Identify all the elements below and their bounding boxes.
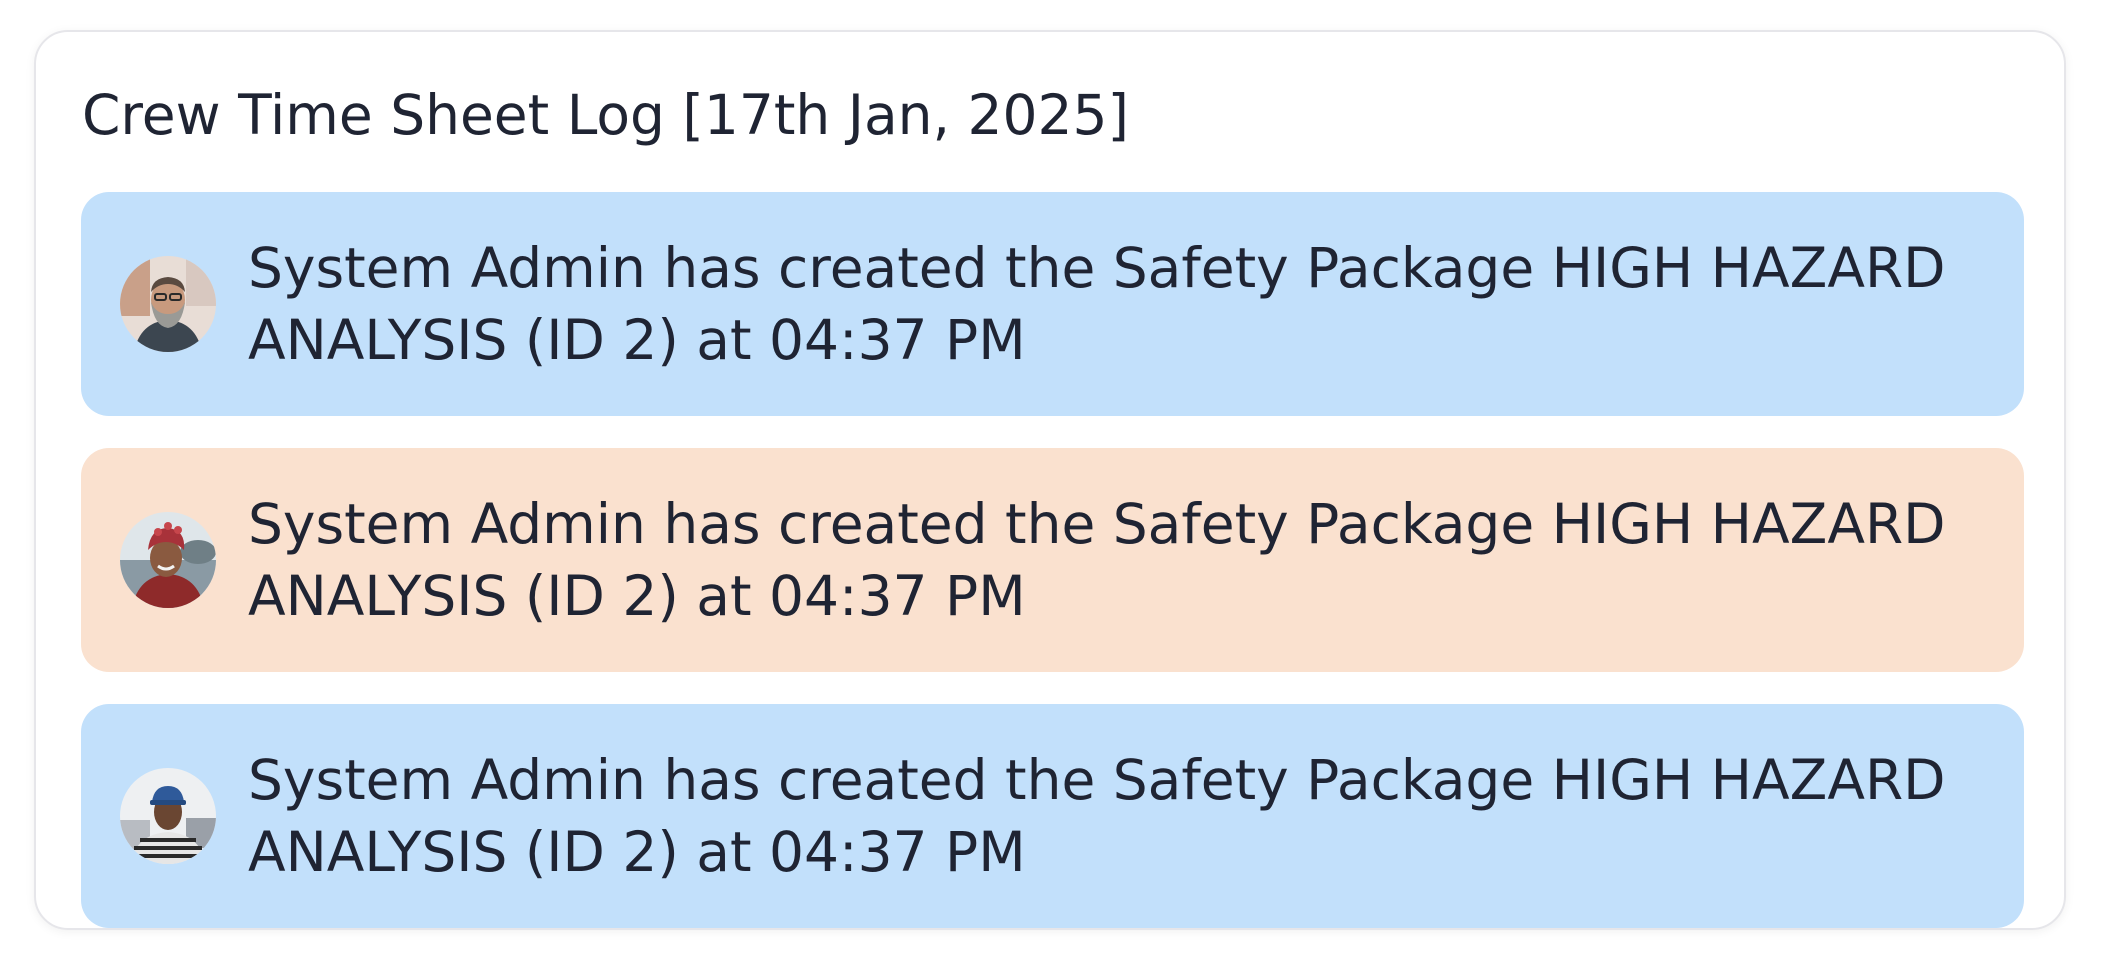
crew-time-sheet-log-panel: Crew Time Sheet Log [17th Jan, 2025] Sys… bbox=[34, 30, 2066, 930]
woman-headwrap-avatar-icon bbox=[120, 512, 216, 608]
panel-title: Crew Time Sheet Log [17th Jan, 2025] bbox=[82, 83, 1129, 147]
log-entry[interactable]: System Admin has created the Safety Pack… bbox=[81, 192, 2024, 416]
log-entry[interactable]: System Admin has created the Safety Pack… bbox=[81, 704, 2024, 928]
user-avatar bbox=[120, 256, 216, 352]
log-entry-text: System Admin has created the Safety Pack… bbox=[248, 492, 1946, 628]
log-list: System Admin has created the Safety Pack… bbox=[81, 192, 2024, 960]
log-entry-text: System Admin has created the Safety Pack… bbox=[248, 748, 1946, 884]
person-cap-avatar-icon bbox=[120, 768, 216, 864]
log-entry[interactable]: System Admin has created the Safety Pack… bbox=[81, 448, 2024, 672]
user-avatar bbox=[120, 512, 216, 608]
user-avatar bbox=[120, 768, 216, 864]
log-entry-text: System Admin has created the Safety Pack… bbox=[248, 236, 1946, 372]
bearded-man-avatar-icon bbox=[120, 256, 216, 352]
